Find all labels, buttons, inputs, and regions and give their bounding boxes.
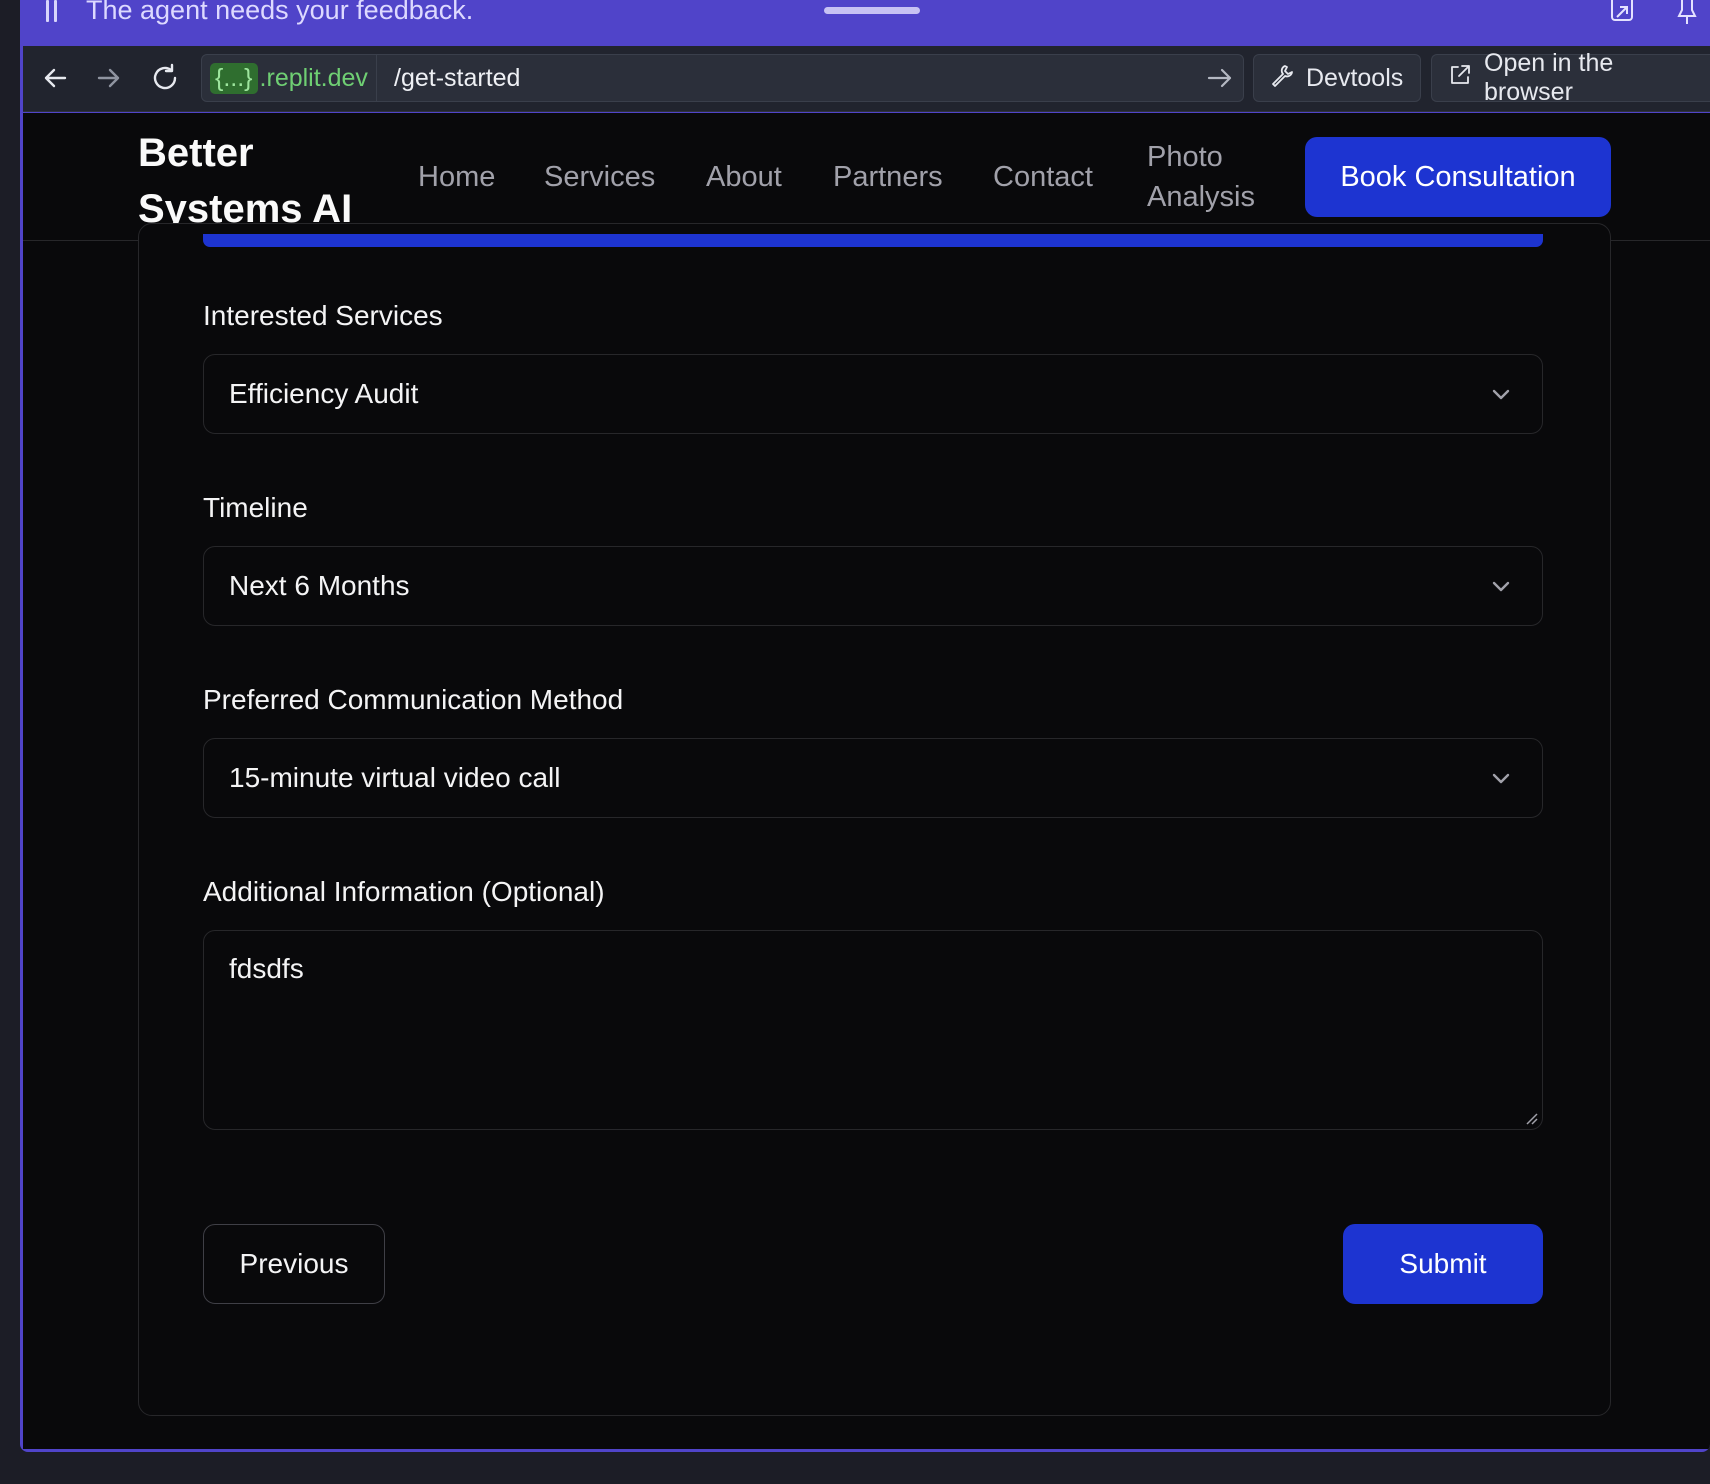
open-in-browser-label: Open in the browser [1484,49,1614,106]
pause-icon[interactable] [44,0,58,24]
submit-button[interactable]: Submit [1343,1224,1543,1304]
drag-handle[interactable] [824,7,920,14]
additional-info-value: fdsdfs [229,953,304,984]
site-logo[interactable]: Better Systems AI [138,125,358,237]
services-select[interactable]: Efficiency Audit [203,354,1543,434]
services-label: Interested Services [203,300,443,331]
app-frame: The agent needs your feedback. {...} .re… [0,0,1710,1484]
chevron-down-icon [1488,381,1514,407]
pin-icon[interactable] [1674,0,1700,26]
nav-photo-analysis-line-1: Photo [1147,141,1223,173]
nav-photo-analysis[interactable]: Photo Analysis [1147,137,1255,217]
nav-photo-analysis-line-2: Analysis [1147,181,1255,213]
devtools-label: Devtools [1306,63,1404,92]
back-icon[interactable] [39,62,71,94]
form-progress-bar [203,234,1543,247]
browser-toolbar: {...} .replit.dev /get-started Devtools … [23,46,1710,112]
nav-contact[interactable]: Contact [993,157,1093,197]
services-value: Efficiency Audit [229,378,419,409]
url-domain-brace: {...} [210,62,258,94]
nav-partners[interactable]: Partners [833,157,943,197]
feedback-banner: The agent needs your feedback. [20,0,1710,46]
external-link-icon [1448,63,1472,94]
wrench-icon [1270,63,1294,94]
expand-icon[interactable] [1610,0,1636,24]
chevron-down-icon [1488,573,1514,599]
communication-select[interactable]: 15-minute virtual video call [203,738,1543,818]
url-path[interactable]: /get-started [394,55,520,101]
additional-info-label: Additional Information (Optional) [203,876,605,907]
previous-button[interactable]: Previous [203,1224,385,1304]
feedback-message: The agent needs your feedback. [86,0,474,25]
timeline-label: Timeline [203,492,308,523]
nav-home[interactable]: Home [418,157,495,197]
logo-line-1: Better [138,131,254,175]
timeline-select[interactable]: Next 6 Months [203,546,1543,626]
chevron-down-icon [1488,765,1514,791]
open-in-browser-button[interactable]: Open in the browser [1431,49,1710,106]
forward-icon[interactable] [93,62,125,94]
reload-icon[interactable] [149,62,181,94]
resize-grip-icon[interactable] [1524,1111,1538,1125]
devtools-button[interactable]: Devtools [1253,54,1421,102]
nav-services[interactable]: Services [544,157,655,197]
web-page: Better Systems AI Home Services About Pa… [23,113,1710,1449]
communication-label: Preferred Communication Method [203,684,624,715]
nav-about[interactable]: About [706,157,782,197]
get-started-form-card: Interested Services Efficiency Audit Tim… [138,223,1611,1416]
book-consultation-button[interactable]: Book Consultation [1305,137,1611,217]
timeline-value: Next 6 Months [229,570,410,601]
url-domain: {...} .replit.dev [202,55,377,101]
communication-value: 15-minute virtual video call [229,762,561,793]
bottom-strip [0,1452,1710,1484]
site-header: Better Systems AI Home Services About Pa… [23,113,1710,241]
url-domain-text: .replit.dev [259,63,368,92]
additional-info-textarea[interactable]: fdsdfs [203,930,1543,1130]
url-bar[interactable]: {...} .replit.dev /get-started [201,54,1244,102]
go-arrow-icon[interactable] [1205,63,1235,93]
preview-window: The agent needs your feedback. {...} .re… [20,0,1710,1452]
